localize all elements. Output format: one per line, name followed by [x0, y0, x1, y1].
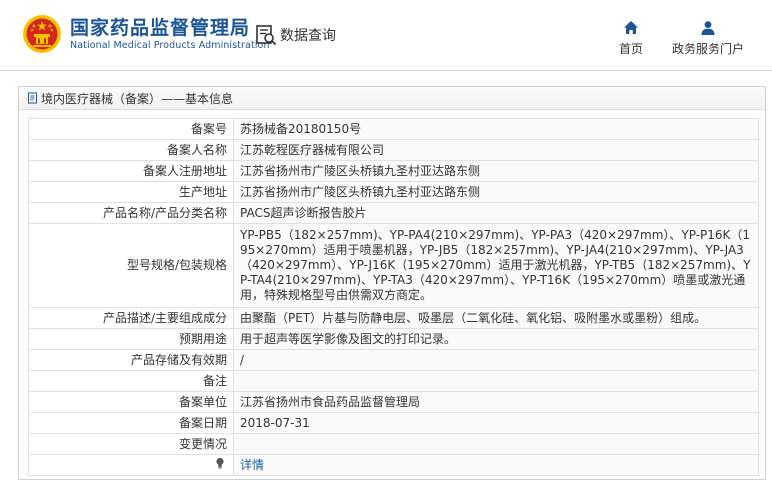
- field-label: 变更情况: [28, 433, 234, 455]
- table-row-description: 产品描述/主要组成成分 由聚酯（PET）片基与防静电层、吸墨层（二氧化硅、氧化铝…: [28, 307, 759, 329]
- site-logo-subtitle[interactable]: National Medical Products Administration: [70, 40, 270, 51]
- breadcrumb-text: 境内医疗器械（备案）——基本信息: [41, 91, 234, 106]
- user-icon: [701, 21, 715, 35]
- table-row-filing-date: 备案日期 2018-07-31: [28, 412, 759, 434]
- table-row-product-name: 产品名称/产品分类名称 PACS超声诊断报告胶片: [28, 202, 759, 224]
- field-label: 备案日期: [28, 412, 234, 434]
- field-label: 预期用途: [28, 328, 234, 350]
- data-query-icon: [256, 25, 277, 46]
- field-value: [233, 433, 759, 455]
- table-row-detail: 详情: [28, 454, 759, 476]
- field-value: YP-PB5（182×257mm)、YP-PA4(210×297mm)、YP-P…: [233, 223, 759, 308]
- field-value: 2018-07-31: [233, 412, 759, 434]
- nav-gov-service-link[interactable]: 政务服务门户: [664, 20, 752, 57]
- table-row-record-number: 备案号 苏扬械备20180150号: [28, 118, 759, 140]
- field-label: 备注: [28, 370, 234, 392]
- table-row-intended-use: 预期用途 用于超声等医学影像及图文的打印记录。: [28, 328, 759, 350]
- table-row-production-address: 生产地址 江苏省扬州市广陵区头桥镇九圣村亚达路东侧: [28, 181, 759, 203]
- document-icon: [28, 92, 37, 104]
- data-query-title: 数据查询: [255, 22, 336, 48]
- field-label: 产品描述/主要组成成分: [28, 307, 234, 329]
- field-label: 产品存储及有效期: [28, 349, 234, 371]
- field-label: 备案人名称: [28, 139, 234, 161]
- table-row-model-spec: 型号规格/包装规格 YP-PB5（182×257mm)、YP-PA4(210×2…: [28, 223, 759, 308]
- field-value: 江苏省扬州市食品药品监督管理局: [233, 391, 759, 413]
- field-value: PACS超声诊断报告胶片: [233, 202, 759, 224]
- field-label: 生产地址: [28, 181, 234, 203]
- table-row-filing-unit: 备案单位 江苏省扬州市食品药品监督管理局: [28, 391, 759, 413]
- field-value: 苏扬械备20180150号: [233, 118, 759, 140]
- site-header: 国家药品监督管理局 National Medical Products Admi…: [0, 0, 772, 70]
- field-label: 备案单位: [28, 391, 234, 413]
- detail-link[interactable]: 详情: [240, 458, 264, 472]
- detail-value-cell: 详情: [233, 454, 759, 476]
- field-value: 江苏省扬州市广陵区头桥镇九圣村亚达路东侧: [233, 160, 759, 182]
- record-info-table: 备案号 苏扬械备20180150号 备案人名称 江苏乾程医疗器械有限公司 备案人…: [28, 118, 759, 476]
- field-value: [233, 370, 759, 392]
- nav-gov-service-label: 政务服务门户: [671, 42, 744, 56]
- field-label: 产品名称/产品分类名称: [28, 202, 234, 224]
- content-panel: 境内医疗器械（备案）——基本信息 备案号 苏扬械备20180150号 备案人名称…: [18, 86, 766, 480]
- table-row-remarks: 备注: [28, 370, 759, 392]
- table-row-change-status: 变更情况: [28, 433, 759, 455]
- breadcrumb: 境内医疗器械（备案）——基本信息: [19, 87, 765, 110]
- home-icon: [624, 21, 638, 34]
- table-row-storage-validity: 产品存储及有效期 /: [28, 349, 759, 371]
- data-query-label: 数据查询: [280, 28, 336, 44]
- field-value: /: [233, 349, 759, 371]
- field-label: 型号规格/包装规格: [28, 223, 234, 308]
- detail-label-cell: [28, 454, 234, 476]
- header-divider: [0, 70, 772, 71]
- national-emblem-icon: [23, 15, 61, 53]
- nav-home-label: 首页: [618, 42, 643, 56]
- lightbulb-icon: [216, 457, 224, 469]
- table-row-registered-address: 备案人注册地址 江苏省扬州市广陵区头桥镇九圣村亚达路东侧: [28, 160, 759, 182]
- table-row-filer-name: 备案人名称 江苏乾程医疗器械有限公司: [28, 139, 759, 161]
- field-value: 江苏乾程医疗器械有限公司: [233, 139, 759, 161]
- field-value: 由聚酯（PET）片基与防静电层、吸墨层（二氧化硅、氧化铝、吸附墨水或墨粉）组成。: [233, 307, 759, 329]
- field-value: 用于超声等医学影像及图文的打印记录。: [233, 328, 759, 350]
- field-label: 备案号: [28, 118, 234, 140]
- site-logo-title[interactable]: 国家药品监督管理局: [70, 13, 250, 40]
- field-value: 江苏省扬州市广陵区头桥镇九圣村亚达路东侧: [233, 181, 759, 203]
- nav-home-link[interactable]: 首页: [612, 20, 650, 57]
- field-label: 备案人注册地址: [28, 160, 234, 182]
